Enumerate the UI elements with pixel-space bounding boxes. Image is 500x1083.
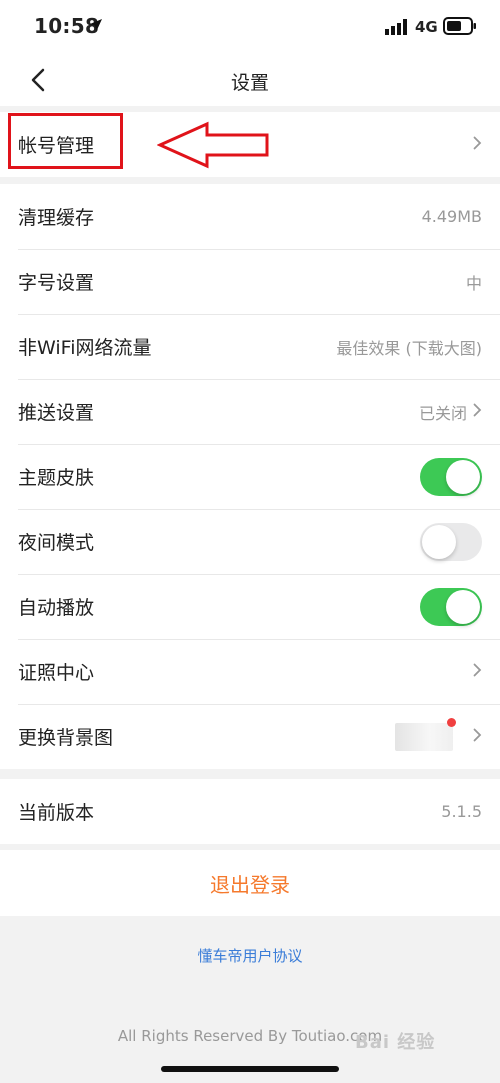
non-wifi-traffic-row[interactable]: 非WiFi网络流量 最佳效果 (下载大图) [0,314,500,379]
theme-skin-label: 主题皮肤 [18,467,95,489]
network-label: 4G [415,18,438,36]
background-thumbnail [395,717,456,751]
page-title: 设置 [230,72,269,94]
annotation-arrow-icon [156,121,271,173]
toggle-knob [446,459,480,494]
non-wifi-traffic-label: 非WiFi网络流量 [18,337,152,359]
version-value: 5.1.5 [441,802,482,821]
nav-bar: 设置 [0,56,500,106]
clear-cache-row[interactable]: 清理缓存 4.49MB [0,184,500,249]
chevron-right-icon [473,135,482,154]
toggle-knob [422,524,456,559]
font-size-label: 字号设置 [18,272,95,294]
change-background-label: 更换背景图 [18,727,114,749]
toggle-knob [446,589,480,624]
theme-skin-toggle[interactable] [420,457,482,496]
version-group: 当前版本 5.1.5 [0,779,500,844]
logout-button[interactable]: 退出登录 [210,869,290,898]
chevron-right-icon [473,402,482,421]
font-size-value: 中 [465,273,482,293]
autoplay-row: 自动播放 [0,574,500,639]
certificate-center-label: 证照中心 [18,662,95,684]
night-mode-toggle[interactable] [420,522,482,561]
battery-icon [443,17,477,39]
certificate-center-row[interactable]: 证照中心 [0,639,500,704]
push-settings-row[interactable]: 推送设置 已关闭 [0,379,500,444]
change-background-row[interactable]: 更换背景图 [0,704,500,769]
logout-section: 退出登录 [0,850,500,916]
chevron-right-icon [473,662,482,681]
push-settings-label: 推送设置 [18,402,95,424]
baidu-watermark: Bai 经验 [355,1032,436,1053]
non-wifi-traffic-value: 最佳效果 (下载大图) [336,338,482,358]
push-settings-value: 已关闭 [418,403,467,423]
status-bar: 10:58 4G [0,0,500,56]
home-indicator [161,1066,339,1072]
autoplay-label: 自动播放 [18,597,95,619]
night-mode-row: 夜间模式 [0,509,500,574]
autoplay-toggle[interactable] [420,587,482,626]
annotation-highlight-box [8,113,123,169]
font-size-row[interactable]: 字号设置 中 [0,249,500,314]
signal-icon [385,19,409,39]
location-arrow-icon [89,17,103,36]
chevron-right-icon [473,727,482,746]
clear-cache-label: 清理缓存 [18,207,95,229]
settings-group: 清理缓存 4.49MB 字号设置 中 非WiFi网络流量 最佳效果 (下载大图)… [0,184,500,769]
user-agreement-link[interactable]: 懂车帝用户协议 [0,945,500,966]
cache-size-value: 4.49MB [421,207,482,226]
night-mode-label: 夜间模式 [18,532,95,554]
version-label: 当前版本 [18,802,95,824]
theme-skin-row: 主题皮肤 [0,444,500,509]
version-row: 当前版本 5.1.5 [0,779,500,844]
new-badge-dot [447,717,456,727]
